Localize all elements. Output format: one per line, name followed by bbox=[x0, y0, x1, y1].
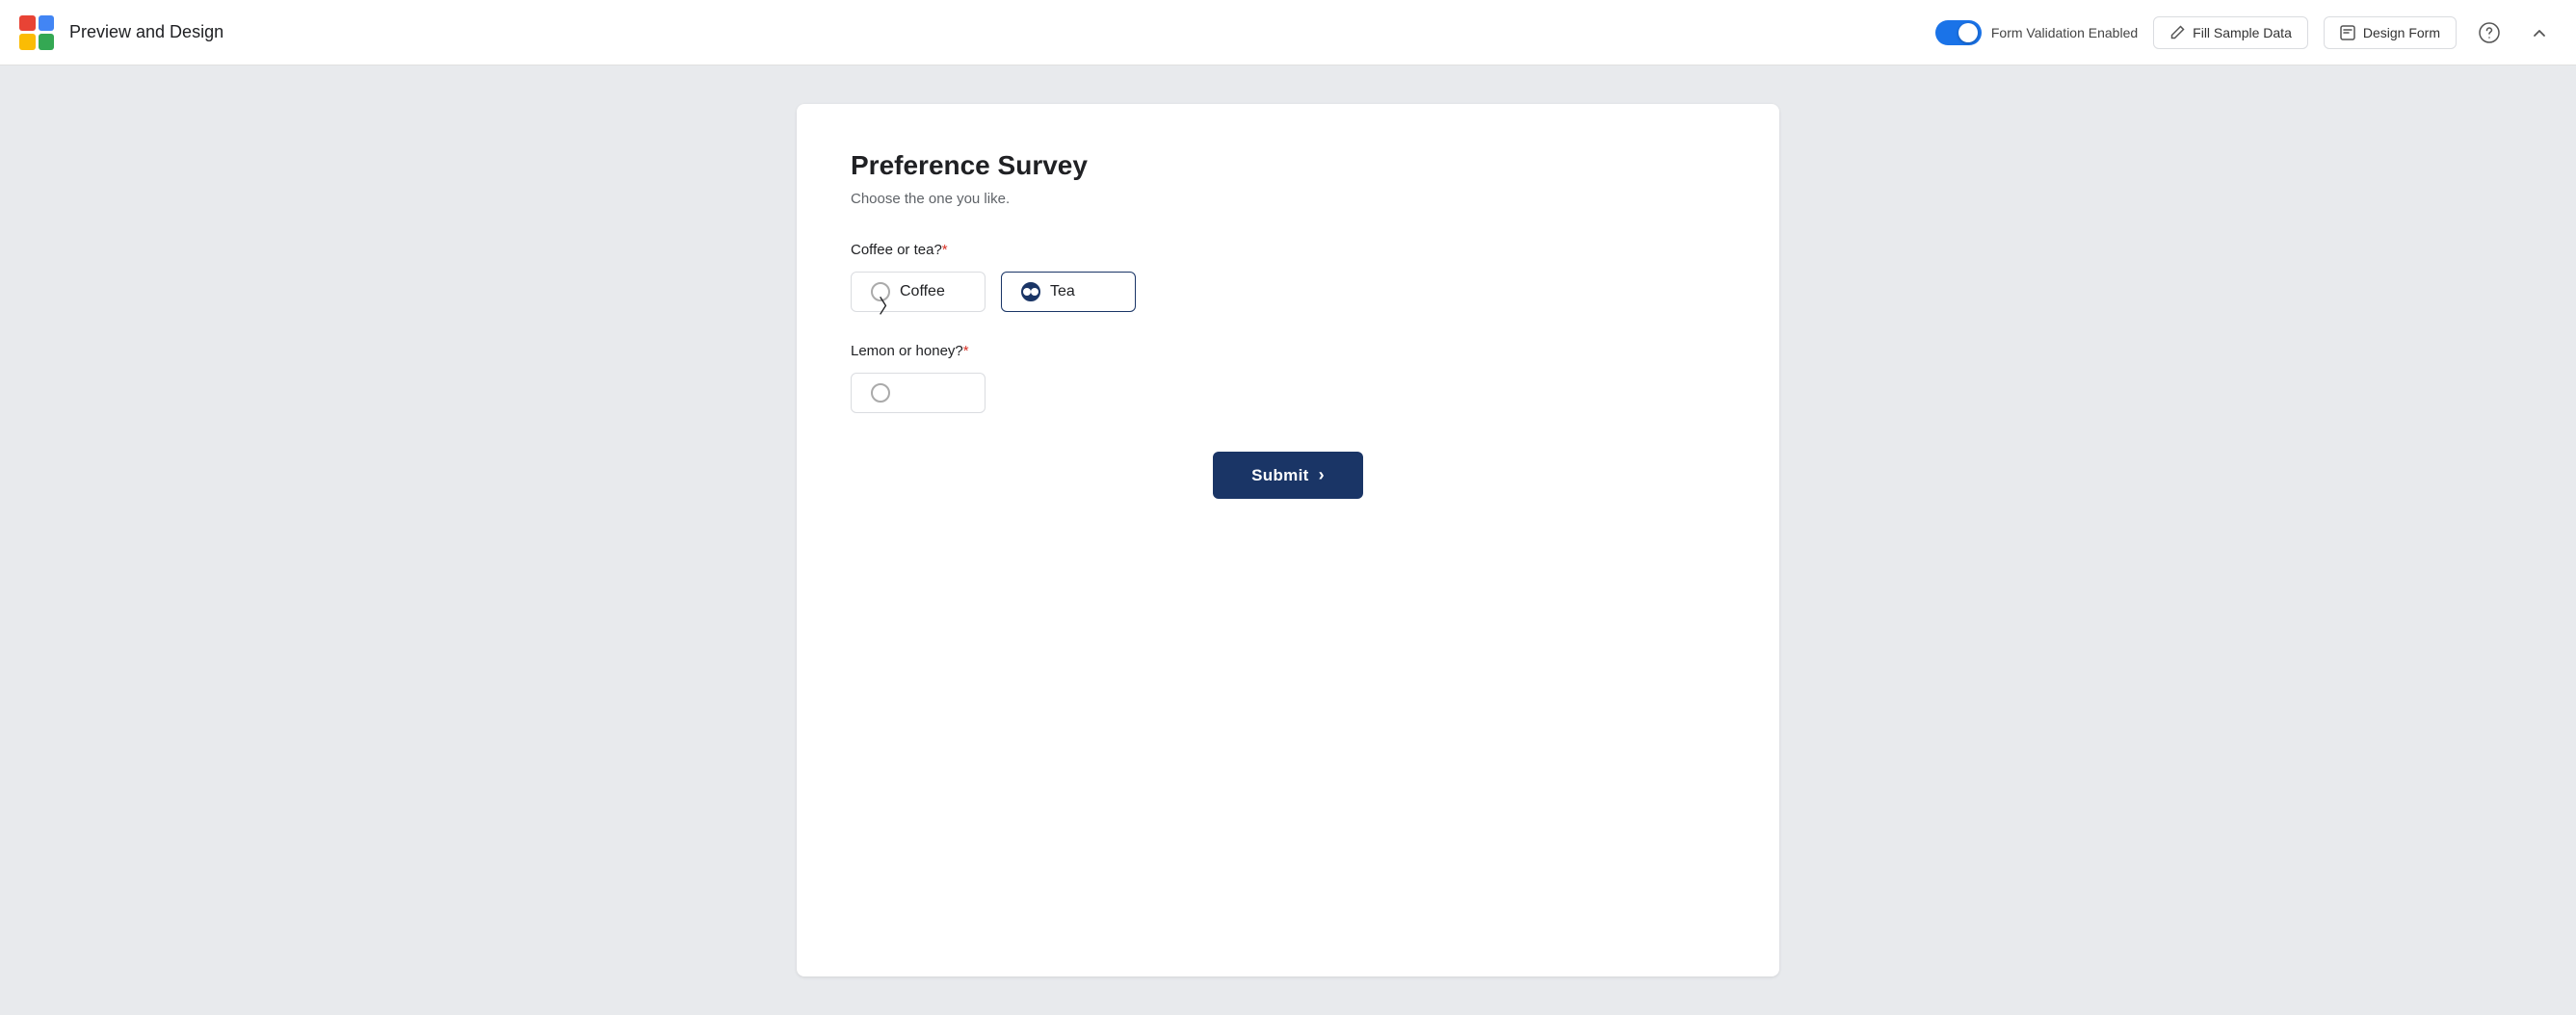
form-validation-toggle-group: Form Validation Enabled bbox=[1935, 20, 2138, 45]
submit-label: Submit bbox=[1251, 466, 1308, 485]
logo-blue bbox=[39, 15, 55, 32]
tea-radio-dot bbox=[1023, 288, 1031, 296]
design-form-button[interactable]: Design Form bbox=[2324, 16, 2457, 49]
submit-button[interactable]: Submit › bbox=[1213, 452, 1363, 499]
question-2: Lemon or honey?* bbox=[851, 343, 1725, 413]
question-1: Coffee or tea?* Coffee 〉 Tea bbox=[851, 242, 1725, 312]
coffee-option[interactable]: Coffee 〉 bbox=[851, 272, 986, 312]
page-title: Preview and Design bbox=[69, 22, 1935, 42]
logo-red bbox=[19, 15, 36, 32]
question-1-label: Coffee or tea?* bbox=[851, 242, 1725, 258]
form-card: Preference Survey Choose the one you lik… bbox=[797, 104, 1779, 976]
lemon-option[interactable] bbox=[851, 373, 986, 413]
required-star-1: * bbox=[942, 242, 948, 258]
fill-sample-data-label: Fill Sample Data bbox=[2193, 25, 2292, 40]
toggle-label: Form Validation Enabled bbox=[1991, 25, 2138, 40]
lemon-radio-circle bbox=[871, 383, 890, 403]
question-2-label: Lemon or honey?* bbox=[851, 343, 1725, 359]
chevron-right-icon: › bbox=[1319, 465, 1325, 485]
coffee-label: Coffee bbox=[900, 283, 945, 300]
app-header: Preview and Design Form Validation Enabl… bbox=[0, 0, 2576, 65]
app-logo bbox=[19, 15, 54, 50]
tea-option[interactable]: Tea bbox=[1001, 272, 1136, 312]
submit-area: Submit › bbox=[851, 452, 1725, 499]
logo-yellow bbox=[19, 34, 36, 50]
design-form-label: Design Form bbox=[2363, 25, 2440, 40]
tea-label: Tea bbox=[1050, 283, 1075, 300]
question-1-options: Coffee 〉 Tea bbox=[851, 272, 1725, 312]
pencil-icon bbox=[2169, 25, 2185, 40]
logo-green bbox=[39, 34, 55, 50]
chevron-up-icon bbox=[2530, 23, 2549, 42]
header-actions: Form Validation Enabled Fill Sample Data… bbox=[1935, 15, 2557, 50]
required-star-2: * bbox=[963, 343, 969, 359]
form-title: Preference Survey bbox=[851, 150, 1725, 181]
help-button[interactable] bbox=[2472, 15, 2507, 50]
tea-radio-circle bbox=[1021, 282, 1040, 301]
collapse-button[interactable] bbox=[2522, 15, 2557, 50]
main-content: Preference Survey Choose the one you lik… bbox=[0, 65, 2576, 1015]
question-2-options bbox=[851, 373, 1725, 413]
form-validation-toggle[interactable] bbox=[1935, 20, 1982, 45]
help-icon bbox=[2479, 22, 2500, 43]
cursor-pointer-icon: 〉 bbox=[879, 291, 898, 319]
form-subtitle: Choose the one you like. bbox=[851, 191, 1725, 207]
design-icon bbox=[2340, 25, 2355, 40]
toggle-thumb bbox=[1958, 23, 1978, 42]
fill-sample-data-button[interactable]: Fill Sample Data bbox=[2153, 16, 2308, 49]
